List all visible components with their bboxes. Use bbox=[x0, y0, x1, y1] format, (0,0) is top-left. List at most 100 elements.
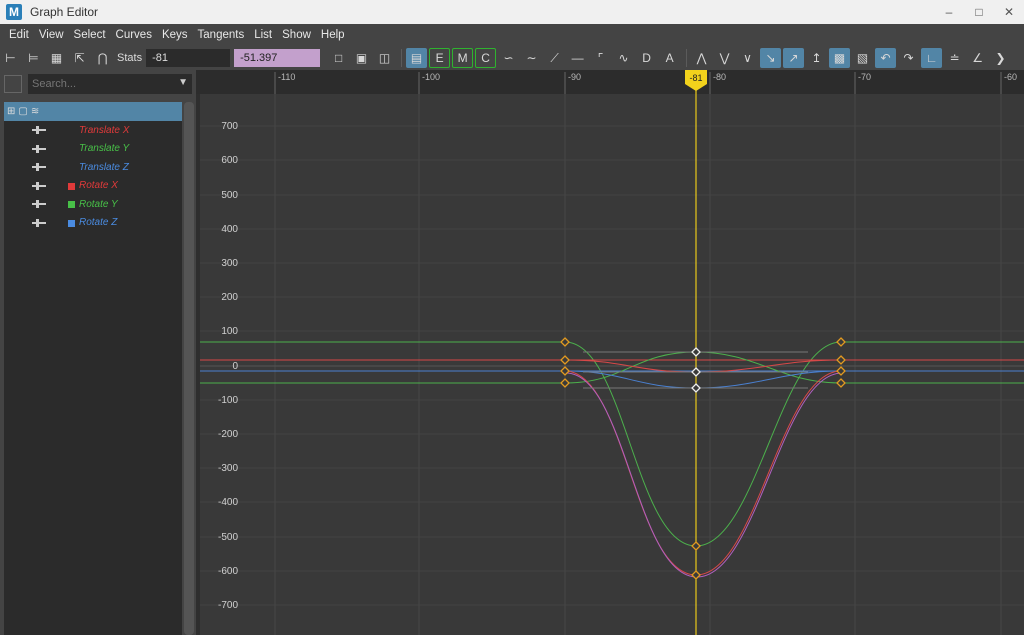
auto-tangent-icon[interactable]: A bbox=[659, 48, 680, 68]
y-tick-label: 300 bbox=[221, 258, 238, 269]
attribute-icon bbox=[32, 218, 46, 227]
attribute-icon bbox=[32, 200, 46, 208]
move-keys-icon[interactable]: ⊢ bbox=[0, 48, 21, 68]
menu-curves[interactable]: Curves bbox=[111, 24, 157, 46]
keyframe-selected[interactable] bbox=[691, 383, 701, 393]
keyframe[interactable] bbox=[836, 378, 846, 388]
close-icon[interactable]: ✕ bbox=[994, 0, 1024, 24]
y-tick-label: 0 bbox=[232, 361, 238, 372]
menu-tangents[interactable]: Tangents bbox=[193, 24, 250, 46]
y-tick-label: 100 bbox=[221, 326, 238, 337]
keyframe[interactable] bbox=[836, 337, 846, 347]
channel-label: Translate X bbox=[79, 124, 130, 136]
expand-toolbar-icon[interactable]: ❯ bbox=[990, 48, 1011, 68]
keyframe[interactable] bbox=[560, 378, 570, 388]
title-bar: M Graph Editor – □ ✕ bbox=[0, 0, 1024, 24]
post-infinity-icon[interactable]: ↷ bbox=[898, 48, 919, 68]
stats-value-field[interactable] bbox=[234, 49, 321, 67]
channel-label: Rotate X bbox=[79, 180, 118, 192]
keyframe[interactable] bbox=[691, 570, 701, 580]
filter-icon[interactable] bbox=[4, 75, 22, 93]
normalized-view-icon[interactable]: ∠ bbox=[967, 48, 988, 68]
stacked-view-icon[interactable]: ≐ bbox=[944, 48, 965, 68]
keyframe-selected[interactable] bbox=[691, 367, 701, 377]
insert-keys-icon[interactable]: ⊨ bbox=[23, 48, 44, 68]
channel-translate-x[interactable]: Translate X bbox=[4, 121, 182, 140]
absolute-view-icon[interactable]: ∟ bbox=[921, 48, 943, 68]
toolbar: ⊢ ⊨ ▦ ⇱ ⋂ Stats □ ▣ ◫ ▤ E M C ∽ ∼ ⟋ ― ⌜ … bbox=[0, 46, 1024, 70]
menu-select[interactable]: Select bbox=[69, 24, 111, 46]
flat-tangent-icon[interactable]: ― bbox=[567, 48, 588, 68]
free-tangent-weight-icon[interactable]: ∨ bbox=[737, 48, 758, 68]
linear-tangent-icon[interactable]: ⟋ bbox=[544, 48, 565, 68]
curve-rotate-z[interactable] bbox=[564, 370, 842, 389]
keyframe[interactable] bbox=[560, 366, 570, 376]
unify-tangents-icon[interactable]: ⋁ bbox=[714, 48, 735, 68]
step-tangent-icon[interactable]: ⌜ bbox=[590, 48, 611, 68]
search-input[interactable] bbox=[28, 74, 192, 94]
graph-view[interactable]: -110 -100 -90 -80 -70 -60 700 600 500 40… bbox=[196, 70, 1024, 635]
default-tangent-icon[interactable]: D bbox=[636, 48, 657, 68]
buffer-curve-e-icon[interactable]: E bbox=[429, 48, 451, 68]
channel-label: Rotate Y bbox=[79, 198, 118, 210]
maya-logo-icon: M bbox=[6, 4, 22, 20]
clamped-tangent-icon[interactable]: ∼ bbox=[521, 48, 542, 68]
auto-frame-icon[interactable]: ▤ bbox=[406, 48, 428, 68]
outliner-scrollbar[interactable] bbox=[184, 102, 194, 635]
menu-help[interactable]: Help bbox=[316, 24, 350, 46]
load-selected-icon[interactable]: ↥ bbox=[806, 48, 827, 68]
chevron-down-icon[interactable]: ▼ bbox=[178, 77, 188, 88]
frame-selection-icon[interactable]: ▣ bbox=[351, 48, 372, 68]
menu-edit[interactable]: Edit bbox=[4, 24, 34, 46]
keyframe[interactable] bbox=[836, 355, 846, 365]
keyframe[interactable] bbox=[560, 355, 570, 365]
frame-all-icon[interactable]: □ bbox=[328, 48, 349, 68]
menu-view[interactable]: View bbox=[34, 24, 69, 46]
window-title: Graph Editor bbox=[30, 5, 99, 19]
channel-translate-z[interactable]: Translate Z bbox=[4, 158, 182, 177]
collapse-icon[interactable]: ⊞ bbox=[7, 106, 15, 117]
channel-label: Rotate Z bbox=[79, 217, 118, 229]
pre-infinity-icon[interactable]: ↶ bbox=[875, 48, 897, 68]
channel-rotate-x[interactable]: Rotate X bbox=[4, 177, 182, 196]
spline-tangent-icon[interactable]: ∽ bbox=[498, 48, 519, 68]
plateau-tangent-icon[interactable]: ∿ bbox=[613, 48, 634, 68]
time-snap-icon[interactable]: ▩ bbox=[829, 48, 851, 68]
keyframe[interactable] bbox=[691, 541, 701, 551]
curve-rotate-y[interactable] bbox=[200, 351, 1024, 384]
channel-translate-y[interactable]: Translate Y bbox=[4, 140, 182, 159]
auto-load-icon[interactable]: ↗ bbox=[783, 48, 805, 68]
keyframe[interactable] bbox=[560, 337, 570, 347]
frame-playback-icon[interactable]: ◫ bbox=[374, 48, 395, 68]
tree-root-node[interactable]: ⊞ ▢ ≋ bbox=[4, 102, 182, 121]
value-snap-icon[interactable]: ▧ bbox=[852, 48, 873, 68]
lock-tangent-weight-icon[interactable]: ↘ bbox=[760, 48, 782, 68]
keyframe[interactable] bbox=[836, 366, 846, 376]
menu-list[interactable]: List bbox=[249, 24, 277, 46]
y-tick-label: 600 bbox=[221, 155, 238, 166]
y-tick-label: -700 bbox=[218, 600, 238, 611]
time-ruler[interactable] bbox=[196, 70, 1024, 94]
menu-show[interactable]: Show bbox=[277, 24, 316, 46]
curve-translate-x-dip[interactable] bbox=[564, 370, 842, 576]
retime-tool-icon[interactable]: ⋂ bbox=[92, 48, 113, 68]
region-select-icon[interactable]: ⇱ bbox=[69, 48, 90, 68]
stats-frame-field[interactable] bbox=[146, 49, 231, 67]
buffer-curve-c-icon[interactable]: C bbox=[475, 48, 497, 68]
buffer-curve-m-icon[interactable]: M bbox=[452, 48, 474, 68]
break-tangents-icon[interactable]: ⋀ bbox=[691, 48, 712, 68]
maximize-icon[interactable]: □ bbox=[964, 0, 994, 24]
animation-curves[interactable] bbox=[200, 341, 1024, 578]
lattice-deform-icon[interactable]: ▦ bbox=[46, 48, 67, 68]
menu-keys[interactable]: Keys bbox=[157, 24, 193, 46]
color-swatch bbox=[68, 219, 75, 227]
keyframe-selected[interactable] bbox=[691, 347, 701, 357]
selected-keyframes[interactable] bbox=[691, 347, 701, 393]
channel-rotate-y[interactable]: Rotate Y bbox=[4, 195, 182, 214]
graph-canvas[interactable]: -110 -100 -90 -80 -70 -60 700 600 500 40… bbox=[196, 70, 1024, 635]
channel-rotate-z[interactable]: Rotate Z bbox=[4, 214, 182, 233]
curve-translate-y[interactable] bbox=[200, 341, 1024, 547]
channel-label: Translate Z bbox=[79, 161, 129, 173]
x-tick-label: -60 bbox=[1004, 72, 1017, 82]
minimize-icon[interactable]: – bbox=[934, 0, 964, 24]
